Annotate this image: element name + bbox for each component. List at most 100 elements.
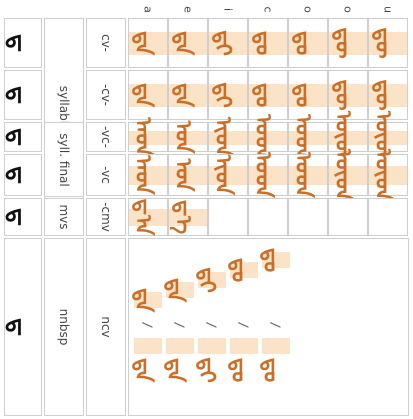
glyph: ᠳ᠎ᠠ	[130, 198, 155, 236]
nnbsp-separator: /	[268, 321, 283, 329]
form-label-mid: -cv-	[86, 70, 126, 120]
glyph-cell-mid: ᠳ	[4, 70, 42, 120]
glyph-cell: ᠡᠳ	[168, 154, 208, 196]
glyph-cell	[248, 198, 288, 236]
glyph-cell: ᠳᠣ	[248, 70, 288, 120]
nnbsp-separator: /	[172, 321, 187, 329]
form-label: -vc	[99, 166, 113, 184]
form-label-ncv: ncv	[86, 238, 126, 416]
glyph-cell: ᠦᠳ	[368, 149, 408, 201]
section-label-mvs: mvs	[44, 198, 84, 236]
glyph-cell: ᠳ᠎ᠠ	[128, 198, 168, 236]
section-label: syll. final	[57, 132, 71, 187]
glyph-highlight	[262, 338, 290, 354]
glyph-cell	[208, 198, 248, 236]
glyph: ᠳᠤ	[258, 247, 283, 273]
glyph: ᠤᠳ	[290, 152, 315, 198]
glyph: ᠳᠢ	[210, 30, 235, 56]
glyph-cell: ᠳᠦ	[368, 18, 408, 68]
glyph-cell: ᠤᠳ	[288, 114, 328, 160]
form-label: ncv	[99, 316, 113, 338]
form-label: cv-	[99, 34, 113, 52]
consonant-glyph: ᠳ	[4, 34, 32, 52]
glyph-cell: ᠠᠳ	[128, 154, 168, 196]
glyph-cell: ᠢᠳ	[208, 117, 248, 157]
glyph: ᠳᠠ	[130, 30, 155, 56]
glyph-cell: ᠳᠢ	[208, 70, 248, 120]
section-label-nnbsp: nnbsp	[44, 238, 84, 416]
form-label: -cmv	[99, 202, 113, 232]
form-label: -cv-	[99, 83, 113, 107]
glyph: ᠳᠡ	[170, 82, 195, 108]
glyph: ᠳᠣ	[250, 82, 275, 108]
consonant-glyph: ᠳ	[4, 86, 32, 104]
glyph: ᠳᠥ	[330, 79, 355, 111]
glyph: ᠦᠳ	[370, 149, 395, 201]
glyph-cell: ᠳᠤ	[288, 18, 328, 68]
glyph: ᠳᠠ	[130, 82, 155, 108]
form-label-mvs: -cmv	[86, 198, 126, 236]
glyph: ᠡᠳ	[170, 120, 195, 154]
consonant-glyph: ᠳ	[4, 208, 32, 226]
consonant-glyph: ᠳ	[4, 166, 32, 184]
form-label-cv: cv-	[86, 18, 126, 68]
glyph-cell: ᠢᠳ	[208, 154, 248, 196]
glyph-cell-ncv: ᠳ	[4, 238, 42, 416]
glyph-table: aeicoou ᠳ syllable initial cv- ᠳ -cv- ᠳ …	[0, 0, 413, 419]
consonant-glyph: ᠳ	[4, 128, 32, 146]
glyph: ᠳᠡ	[170, 30, 195, 56]
glyph-cell: ᠳᠤ	[288, 70, 328, 120]
glyph-cell: ᠣᠳ	[248, 152, 288, 198]
glyph: ᠳᠢ	[210, 82, 235, 108]
nnbsp-separator: /	[236, 321, 251, 329]
glyph: ᠳ᠎ᠡ	[170, 199, 195, 235]
glyph: ᠠᠳ	[130, 155, 155, 195]
glyph-highlight	[230, 338, 258, 354]
section-label: nnbsp	[57, 308, 71, 346]
glyph: ᠡᠳ	[170, 158, 195, 192]
glyph-cell: ᠳᠡ	[168, 70, 208, 120]
section-label: mvs	[57, 204, 71, 230]
glyph-cell: ᠥᠳ	[328, 149, 368, 201]
glyph-cell	[288, 198, 328, 236]
glyph-cell-cv: ᠳ	[4, 18, 42, 68]
glyph: ᠢᠳ	[210, 155, 235, 195]
glyph-cell: ᠳᠠ	[128, 18, 168, 68]
glyph-highlight	[198, 338, 226, 354]
glyph-cell: ᠦᠳ	[368, 111, 408, 163]
nnbsp-separator: /	[204, 321, 219, 329]
glyph-cell-vc-mid: ᠳ	[4, 122, 42, 152]
glyph: ᠥᠳ	[330, 149, 355, 201]
glyph-cell: ᠳᠣ	[248, 18, 288, 68]
glyph-cell: ᠥᠳ	[328, 111, 368, 163]
glyph: ᠳᠤ	[290, 82, 315, 108]
glyph-highlight	[166, 338, 194, 354]
glyph-cell: ᠳ᠎ᠡ	[168, 198, 208, 236]
glyph-cell: ᠣᠳ	[248, 114, 288, 160]
glyph-cell	[368, 198, 408, 236]
consonant-glyph: ᠳ	[4, 318, 32, 336]
glyph-cell: ᠤᠳ	[288, 152, 328, 198]
section-label-syll-final: syll. final	[44, 122, 84, 197]
glyph-cell	[328, 198, 368, 236]
glyph-cell-vc-end: ᠳ	[4, 154, 42, 196]
glyph-cell: ᠠᠳ	[128, 117, 168, 157]
form-label-vc-mid: -vc-	[86, 122, 126, 152]
glyph-cell: ᠳᠢ	[208, 18, 248, 68]
form-label-vc-end: -vc	[86, 154, 126, 196]
glyph-highlight	[134, 338, 162, 354]
nnbsp-separator: /	[140, 321, 155, 329]
glyph: ᠳᠦ	[370, 27, 395, 59]
glyph-cell-mvs: ᠳ	[4, 198, 42, 236]
glyph: ᠠᠳ	[130, 117, 155, 157]
glyph: ᠳᠥ	[330, 27, 355, 59]
glyph-cell: ᠡᠳ	[168, 120, 208, 154]
glyph-cell: ᠳᠥ	[328, 18, 368, 68]
form-label: -vc-	[99, 125, 113, 149]
glyph-cell: ᠳᠡ	[168, 18, 208, 68]
glyph: ᠢᠳ	[210, 117, 235, 157]
glyph: ᠣᠳ	[250, 152, 275, 198]
glyph: ᠳᠣ	[250, 30, 275, 56]
glyph: ᠳᠤ	[258, 357, 283, 383]
glyph: ᠳᠦ	[370, 79, 395, 111]
